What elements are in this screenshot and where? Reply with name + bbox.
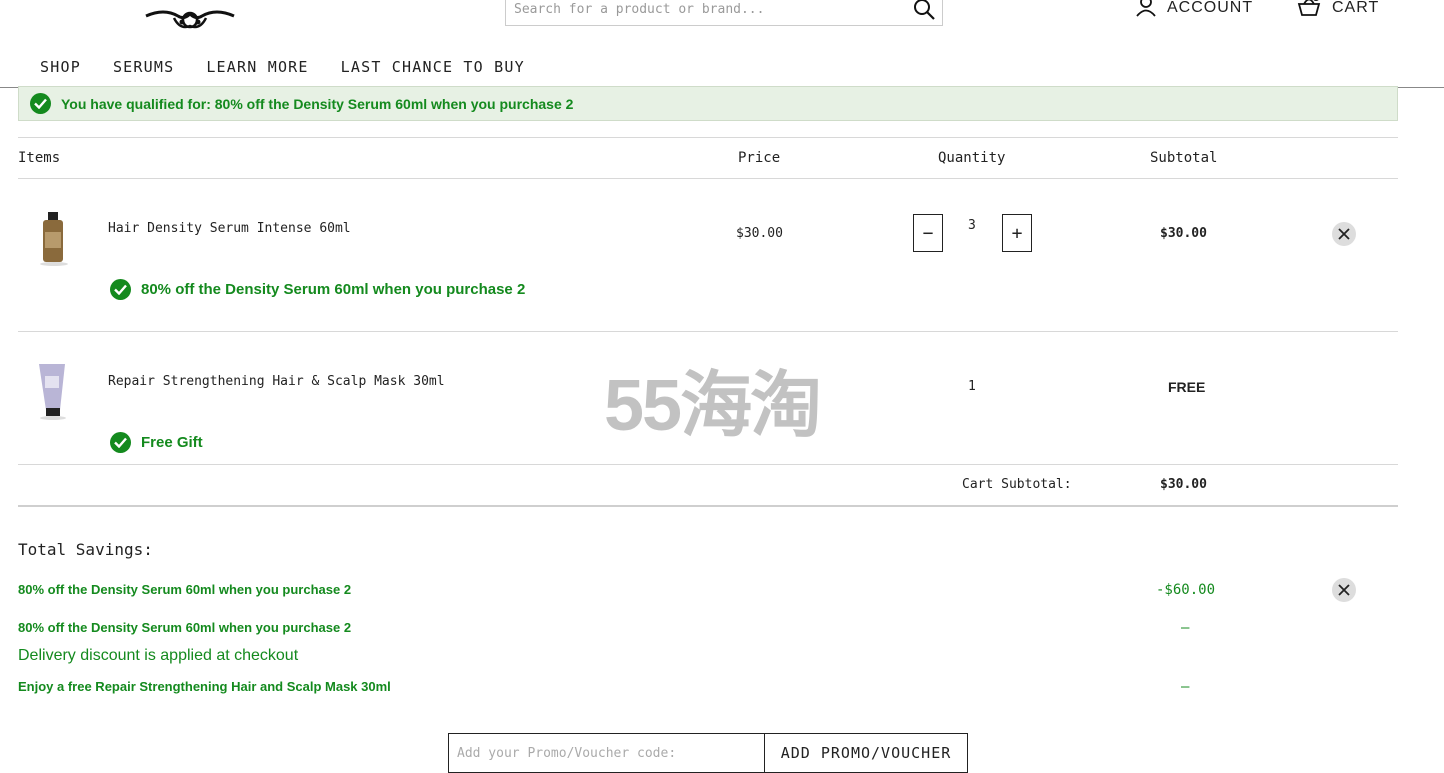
basket-icon	[1296, 0, 1322, 22]
item-price: $30.00	[736, 226, 783, 241]
brand-logo[interactable]	[144, 4, 236, 32]
item-subtotal: FREE	[1168, 379, 1206, 395]
user-icon	[1135, 0, 1157, 22]
quantity-increase-button[interactable]: +	[1002, 214, 1032, 252]
item-subtotal: $30.00	[1160, 226, 1207, 241]
search-bar[interactable]	[505, 0, 943, 26]
savings-line-label: Enjoy a free Repair Strengthening Hair a…	[18, 679, 391, 694]
savings-line-value: –	[1181, 679, 1190, 695]
quantity-value: 1	[968, 379, 976, 394]
product-image-serum[interactable]	[36, 210, 70, 266]
check-circle-icon	[30, 93, 51, 114]
item-promo-text: Free Gift	[141, 434, 203, 451]
cart-label: CART	[1332, 0, 1380, 16]
add-promo-button[interactable]: ADD PROMO/VOUCHER	[764, 733, 968, 773]
promo-form: ADD PROMO/VOUCHER	[448, 733, 968, 773]
delivery-discount-note: Delivery discount is applied at checkout	[18, 647, 299, 664]
subtotal-divider	[18, 505, 1398, 507]
item-promo: 80% off the Density Serum 60ml when you …	[110, 279, 525, 300]
nav-item-learn-more[interactable]: LEARN MORE	[206, 58, 308, 76]
item-promo: Free Gift	[110, 432, 203, 453]
check-circle-icon	[110, 279, 131, 300]
col-header-quantity: Quantity	[938, 150, 1006, 166]
qualified-banner: You have qualified for: 80% off the Dens…	[18, 86, 1398, 121]
col-header-items: Items	[18, 150, 61, 166]
nav-item-shop[interactable]: SHOP	[40, 58, 81, 76]
col-header-subtotal: Subtotal	[1150, 150, 1218, 166]
item-name[interactable]: Hair Density Serum Intense 60ml	[108, 221, 351, 236]
quantity-value[interactable]: 3	[968, 218, 976, 233]
table-header-divider	[18, 178, 1398, 179]
nav-item-last-chance[interactable]: LAST CHANCE TO BUY	[341, 58, 525, 76]
nav-item-serums[interactable]: SERUMS	[113, 58, 174, 76]
col-header-price: Price	[738, 150, 781, 166]
item-promo-text: 80% off the Density Serum 60ml when you …	[141, 281, 526, 298]
table-top-divider	[18, 137, 1398, 138]
account-link[interactable]: ACCOUNT	[1135, 0, 1253, 19]
check-circle-icon	[110, 432, 131, 453]
savings-line-value: -$60.00	[1156, 582, 1216, 598]
savings-line-label: 80% off the Density Serum 60ml when you …	[18, 582, 352, 597]
search-input[interactable]	[506, 0, 902, 25]
close-icon	[1338, 225, 1350, 244]
row-divider	[18, 331, 1398, 332]
cart-link[interactable]: CART	[1296, 0, 1379, 19]
account-label: ACCOUNT	[1167, 0, 1254, 16]
total-savings-title: Total Savings:	[18, 540, 153, 559]
item-name[interactable]: Repair Strengthening Hair & Scalp Mask 3…	[108, 374, 445, 389]
remove-promo-button[interactable]	[1332, 578, 1356, 602]
savings-line-value: –	[1181, 620, 1190, 636]
close-icon	[1338, 581, 1350, 600]
quantity-decrease-button[interactable]: −	[913, 214, 943, 252]
qualified-text: You have qualified for: 80% off the Dens…	[61, 95, 574, 112]
search-icon[interactable]	[912, 0, 936, 21]
row-divider	[18, 464, 1398, 465]
savings-line-label: 80% off the Density Serum 60ml when you …	[18, 620, 352, 635]
cart-subtotal-label: Cart Subtotal:	[962, 477, 1072, 492]
watermark-text: 55海淘	[604, 366, 822, 446]
main-nav: SHOP SERUMS LEARN MORE LAST CHANCE TO BU…	[40, 58, 557, 76]
product-image-mask[interactable]	[36, 362, 70, 420]
promo-code-input[interactable]	[448, 733, 764, 773]
cart-subtotal-value: $30.00	[1160, 477, 1207, 492]
remove-item-button[interactable]	[1332, 222, 1356, 246]
